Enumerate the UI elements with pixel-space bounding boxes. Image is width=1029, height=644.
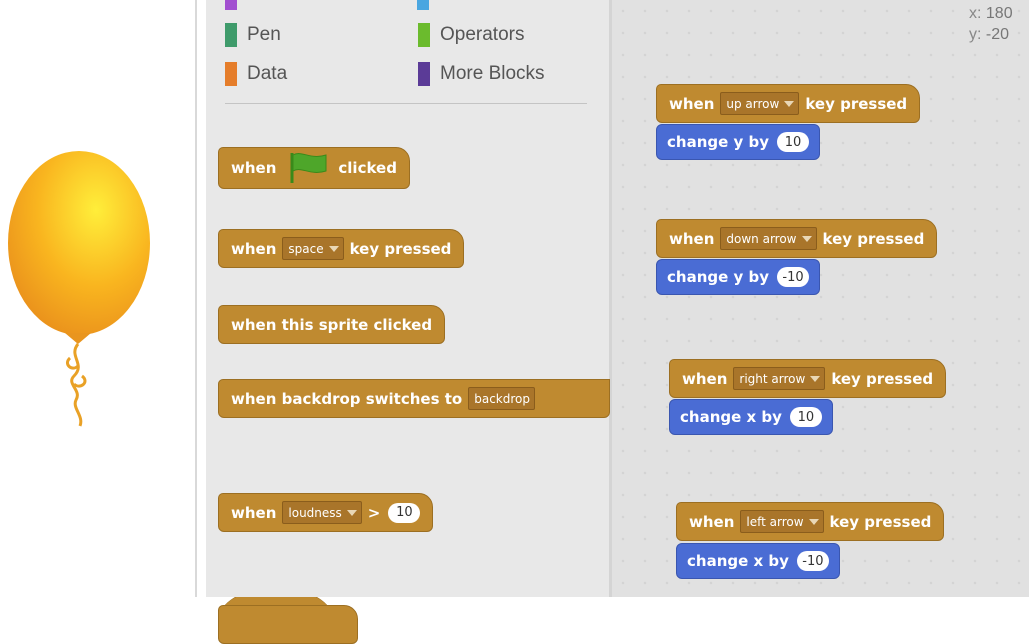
- block-text: when: [669, 229, 715, 248]
- when-flag-clicked-block[interactable]: when clicked: [218, 129, 410, 189]
- block-text: when backdrop switches to: [231, 389, 463, 408]
- dropdown-value: right arrow: [739, 371, 806, 386]
- x-coordinate: x: 180: [969, 5, 1013, 23]
- when-backdrop-switches-block[interactable]: when backdrop switches to backdrop: [218, 361, 610, 418]
- when-left-arrow-block[interactable]: when left arrow key pressed: [676, 484, 945, 541]
- when-loudness-block[interactable]: when loudness > 10: [218, 475, 434, 532]
- dropdown-arrow-icon: [810, 375, 821, 382]
- category-more-blocks[interactable]: More Blocks: [418, 62, 545, 86]
- block-text: change y by: [667, 133, 770, 151]
- dropdown-value: backdrop: [474, 391, 530, 406]
- block-text: key pressed: [831, 369, 934, 388]
- category-data[interactable]: Data: [225, 62, 287, 86]
- change-value[interactable]: 10: [777, 132, 810, 152]
- data-swatch: [225, 62, 237, 86]
- category-pen[interactable]: Pen: [225, 23, 281, 47]
- category-more-blocks-label: More Blocks: [440, 63, 545, 84]
- dropdown-value: left arrow: [746, 514, 804, 529]
- y-label: y:: [969, 26, 982, 43]
- key-dropdown[interactable]: up arrow: [720, 92, 800, 115]
- block-text: clicked: [338, 159, 397, 177]
- block-text: when this sprite clicked: [231, 315, 433, 334]
- when-up-arrow-block[interactable]: when up arrow key pressed: [656, 66, 921, 123]
- operators-swatch: [418, 23, 430, 47]
- when-key-pressed-block[interactable]: when space key pressed: [218, 211, 465, 268]
- when-sprite-clicked-block[interactable]: when this sprite clicked: [218, 287, 446, 344]
- change-value[interactable]: 10: [789, 407, 822, 427]
- block-text: when: [231, 503, 277, 522]
- stage-area[interactable]: [0, 0, 195, 597]
- category-data-label: Data: [247, 63, 288, 84]
- block-text: when: [689, 512, 735, 531]
- hat-block-partial[interactable]: [218, 587, 358, 644]
- block-text: key pressed: [829, 512, 932, 531]
- change-value[interactable]: -10: [777, 267, 810, 287]
- change-x-block[interactable]: change x by 10: [669, 399, 833, 435]
- loudness-value[interactable]: 10: [388, 502, 421, 523]
- when-right-arrow-block[interactable]: when right arrow key pressed: [669, 341, 947, 398]
- block-text: when: [669, 94, 715, 113]
- stage-divider: [195, 0, 197, 597]
- green-flag-icon: [290, 153, 327, 183]
- block-text: key pressed: [349, 239, 452, 258]
- category-divider: [225, 103, 587, 104]
- dropdown-arrow-icon: [808, 518, 819, 525]
- category-pen-label: Pen: [247, 24, 281, 45]
- balloon-sprite[interactable]: [8, 150, 153, 435]
- key-dropdown[interactable]: space: [282, 237, 344, 260]
- when-down-arrow-block[interactable]: when down arrow key pressed: [656, 201, 938, 258]
- category-operators-label: Operators: [440, 24, 525, 45]
- block-text: change x by: [680, 408, 782, 426]
- sensor-dropdown[interactable]: loudness: [282, 501, 362, 524]
- dropdown-value: up arrow: [726, 96, 780, 111]
- more-blocks-swatch: [418, 62, 430, 86]
- block-text: key pressed: [822, 229, 925, 248]
- x-value: 180: [985, 5, 1013, 22]
- dropdown-value: space: [288, 241, 324, 256]
- looks-category-swatch: [225, 0, 237, 10]
- dropdown-value: down arrow: [726, 231, 797, 246]
- dropdown-arrow-icon: [784, 100, 795, 107]
- x-label: x:: [969, 5, 982, 22]
- key-dropdown[interactable]: down arrow: [720, 227, 817, 250]
- category-operators[interactable]: Operators: [418, 23, 524, 47]
- block-text: change y by: [667, 268, 770, 286]
- key-dropdown[interactable]: left arrow: [740, 510, 824, 533]
- key-dropdown[interactable]: right arrow: [733, 367, 826, 390]
- dropdown-arrow-icon: [801, 235, 812, 242]
- dropdown-arrow-icon: [328, 245, 339, 252]
- change-value[interactable]: -10: [796, 551, 829, 571]
- block-text: when: [682, 369, 728, 388]
- block-text: >: [367, 503, 381, 522]
- backdrop-dropdown[interactable]: backdrop: [468, 387, 535, 410]
- y-coordinate: y: -20: [969, 26, 1009, 44]
- block-text: change x by: [687, 552, 789, 570]
- change-x-block[interactable]: change x by -10: [676, 543, 840, 579]
- dropdown-arrow-icon: [346, 509, 357, 516]
- sensing-category-swatch: [417, 0, 429, 10]
- block-text: when: [231, 239, 277, 258]
- block-text: key pressed: [805, 94, 908, 113]
- y-value: -20: [985, 26, 1010, 43]
- change-y-block[interactable]: change y by 10: [656, 124, 821, 160]
- dropdown-value: loudness: [288, 505, 342, 520]
- block-text: when: [231, 159, 277, 177]
- change-y-block[interactable]: change y by -10: [656, 259, 821, 295]
- pen-swatch: [225, 23, 237, 47]
